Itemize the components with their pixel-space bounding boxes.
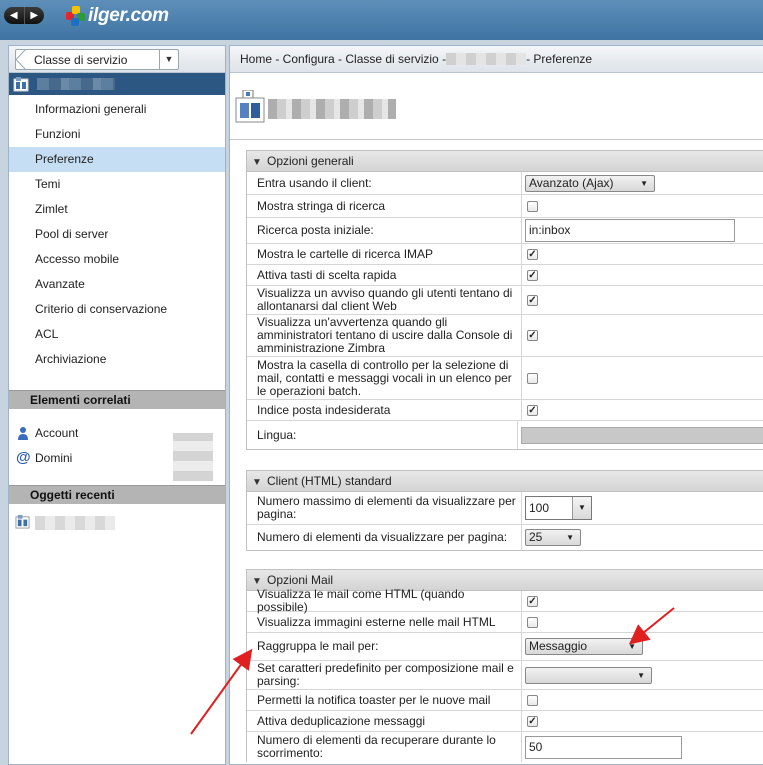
row-client: Entra usando il client: Avanzato (Ajax) ▼: [247, 172, 763, 195]
row-toaster: Permetti la notifica toaster per le nuov…: [247, 690, 763, 711]
chevron-down-icon[interactable]: ▼: [159, 50, 178, 69]
history-nav: ◀ ▶: [4, 7, 44, 24]
row-html-mail: Visualizza le mail come HTML (quando pos…: [247, 588, 763, 614]
cos-icon: [15, 514, 30, 529]
breadcrumb-redacted: [446, 53, 527, 65]
related-items: Account @ Domini: [9, 409, 225, 481]
nav-item-pool-di-server[interactable]: Pool di server: [9, 222, 225, 247]
cos-selector-button[interactable]: Classe di servizio ▼: [15, 49, 179, 70]
html-mail-checkbox[interactable]: ✓: [527, 595, 538, 607]
row-dedup: Attiva deduplicazione messaggi ✓: [247, 711, 763, 732]
dropdown-arrow-icon: ▼: [628, 642, 636, 651]
dedup-checkbox[interactable]: ✓: [527, 715, 538, 727]
nav-item-accesso-mobile[interactable]: Accesso mobile: [9, 247, 225, 272]
page-title-area: [230, 74, 763, 140]
nav-item-preferenze[interactable]: Preferenze: [9, 147, 225, 172]
logo-puzzle-icon: [66, 6, 86, 26]
dropdown-arrow-icon[interactable]: ▼: [572, 497, 591, 519]
nav-item-informazioni-generali[interactable]: Informazioni generali: [9, 97, 225, 122]
junk-index-checkbox[interactable]: ✓: [527, 404, 538, 416]
recent-object-redacted[interactable]: [35, 516, 115, 530]
shortcuts-checkbox[interactable]: ✓: [527, 269, 538, 281]
page-title-redacted: [268, 99, 396, 119]
language-select[interactable]: [521, 426, 763, 444]
row-leave-warning: Visualizza un avviso quando gli utenti t…: [247, 286, 763, 315]
cos-icon: [13, 77, 29, 92]
logo: ilger.com: [66, 4, 169, 28]
nav-item-temi[interactable]: Temi: [9, 172, 225, 197]
cos-name-redacted: [37, 78, 115, 90]
nav-item-zimlet[interactable]: Zimlet: [9, 197, 225, 222]
row-batch-checkbox: Mostra la casella di controllo per la se…: [247, 357, 763, 400]
main-panel: Home - Configura - Classe di servizio --…: [229, 45, 763, 765]
row-admin-warning: Visualizza un'avvertenza quando gli ammi…: [247, 315, 763, 357]
toaster-checkbox[interactable]: [527, 694, 538, 706]
chevron-left-icon[interactable]: ◀: [4, 7, 25, 24]
collapse-triangle-icon[interactable]: ▼: [252, 473, 267, 493]
section-header[interactable]: ▼ Client (HTML) standard: [247, 471, 763, 492]
row-items-per-page: Numero di elementi da visualizzare per p…: [247, 525, 763, 550]
recent-objects: [9, 504, 225, 534]
nav-item-avanzate[interactable]: Avanzate: [9, 272, 225, 297]
left-toolbar: Classe di servizio ▼: [9, 46, 225, 73]
row-external-images: Visualizza immagini esterne nelle mail H…: [247, 612, 763, 633]
admin-warning-checkbox[interactable]: ✓: [527, 330, 538, 341]
nav-item-funzioni[interactable]: Funzioni: [9, 122, 225, 147]
max-items-combo[interactable]: 100 ▼: [525, 496, 592, 520]
group-by-select[interactable]: Messaggio ▼: [525, 638, 643, 655]
nav-item-criterio-di-conservazione[interactable]: Criterio di conservazione: [9, 297, 225, 322]
scroll-fetch-input[interactable]: 50: [525, 735, 682, 759]
row-group-by: Raggruppa le mail per: Messaggio ▼: [247, 633, 763, 661]
client-select[interactable]: Avanzato (Ajax) ▼: [525, 174, 655, 192]
row-language: Lingua:: [247, 421, 763, 449]
pref-nav-list: Informazioni generali Funzioni Preferenz…: [9, 97, 225, 372]
nav-item-archiviazione[interactable]: Archiviazione: [9, 347, 225, 372]
row-max-items: Numero massimo di elementi da visualizza…: [247, 492, 763, 525]
items-per-page-select[interactable]: 25 ▼: [525, 529, 581, 546]
section-mail-options: ▼ Opzioni Mail Visualizza le mail come HT…: [246, 569, 763, 762]
left-panel: Classe di servizio ▼ Informazioni genera…: [8, 45, 226, 765]
row-shortcuts: Attiva tasti di scelta rapida ✓: [247, 265, 763, 286]
related-items-header: Elementi correlati: [9, 390, 225, 409]
row-imap-folders: Mostra le cartelle di ricerca IMAP ✓: [247, 244, 763, 265]
chevron-right-icon[interactable]: ▶: [25, 7, 45, 24]
row-charset: Set caratteri predefinito per composizio…: [247, 661, 763, 690]
recent-objects-header: Oggetti recenti: [9, 485, 225, 504]
section-header[interactable]: ▼ Opzioni generali: [247, 151, 763, 172]
row-search-string: Mostra stringa di ricerca: [247, 195, 763, 218]
top-bar: ◀ ▶ ilger.com: [0, 0, 763, 40]
cos-header: [9, 73, 225, 95]
batch-select-checkbox[interactable]: [527, 372, 538, 384]
back-arrow-icon: [15, 49, 27, 70]
user-icon: [18, 427, 28, 440]
leave-warning-checkbox[interactable]: ✓: [527, 294, 538, 306]
imap-folders-checkbox[interactable]: ✓: [527, 248, 538, 260]
row-junk-index: Indice posta indesiderata ✓: [247, 400, 763, 421]
row-initial-search: Ricerca posta iniziale: in:inbox: [247, 218, 763, 244]
cos-large-icon: [235, 90, 265, 123]
external-images-checkbox[interactable]: [527, 616, 538, 628]
row-scroll-fetch: Numero di elementi da recuperare durante…: [247, 732, 763, 762]
nav-item-acl[interactable]: ACL: [9, 322, 225, 347]
collapse-triangle-icon[interactable]: ▼: [252, 153, 267, 173]
charset-select[interactable]: ▼: [525, 666, 652, 684]
related-preview-redacted: [173, 433, 213, 481]
at-icon: @: [16, 449, 31, 466]
section-general-options: ▼ Opzioni generali Entra usando il client…: [246, 150, 763, 450]
section-html-client: ▼ Client (HTML) standard Numero massimo d…: [246, 470, 763, 551]
search-string-checkbox[interactable]: [527, 200, 538, 212]
breadcrumb: Home - Configura - Classe di servizio --…: [230, 46, 763, 73]
dropdown-arrow-icon: ▼: [566, 533, 574, 542]
dropdown-arrow-icon: ▼: [637, 670, 645, 680]
initial-search-input[interactable]: in:inbox: [525, 219, 735, 242]
logo-text: ilger.com: [88, 5, 169, 26]
dropdown-arrow-icon: ▼: [640, 178, 648, 188]
